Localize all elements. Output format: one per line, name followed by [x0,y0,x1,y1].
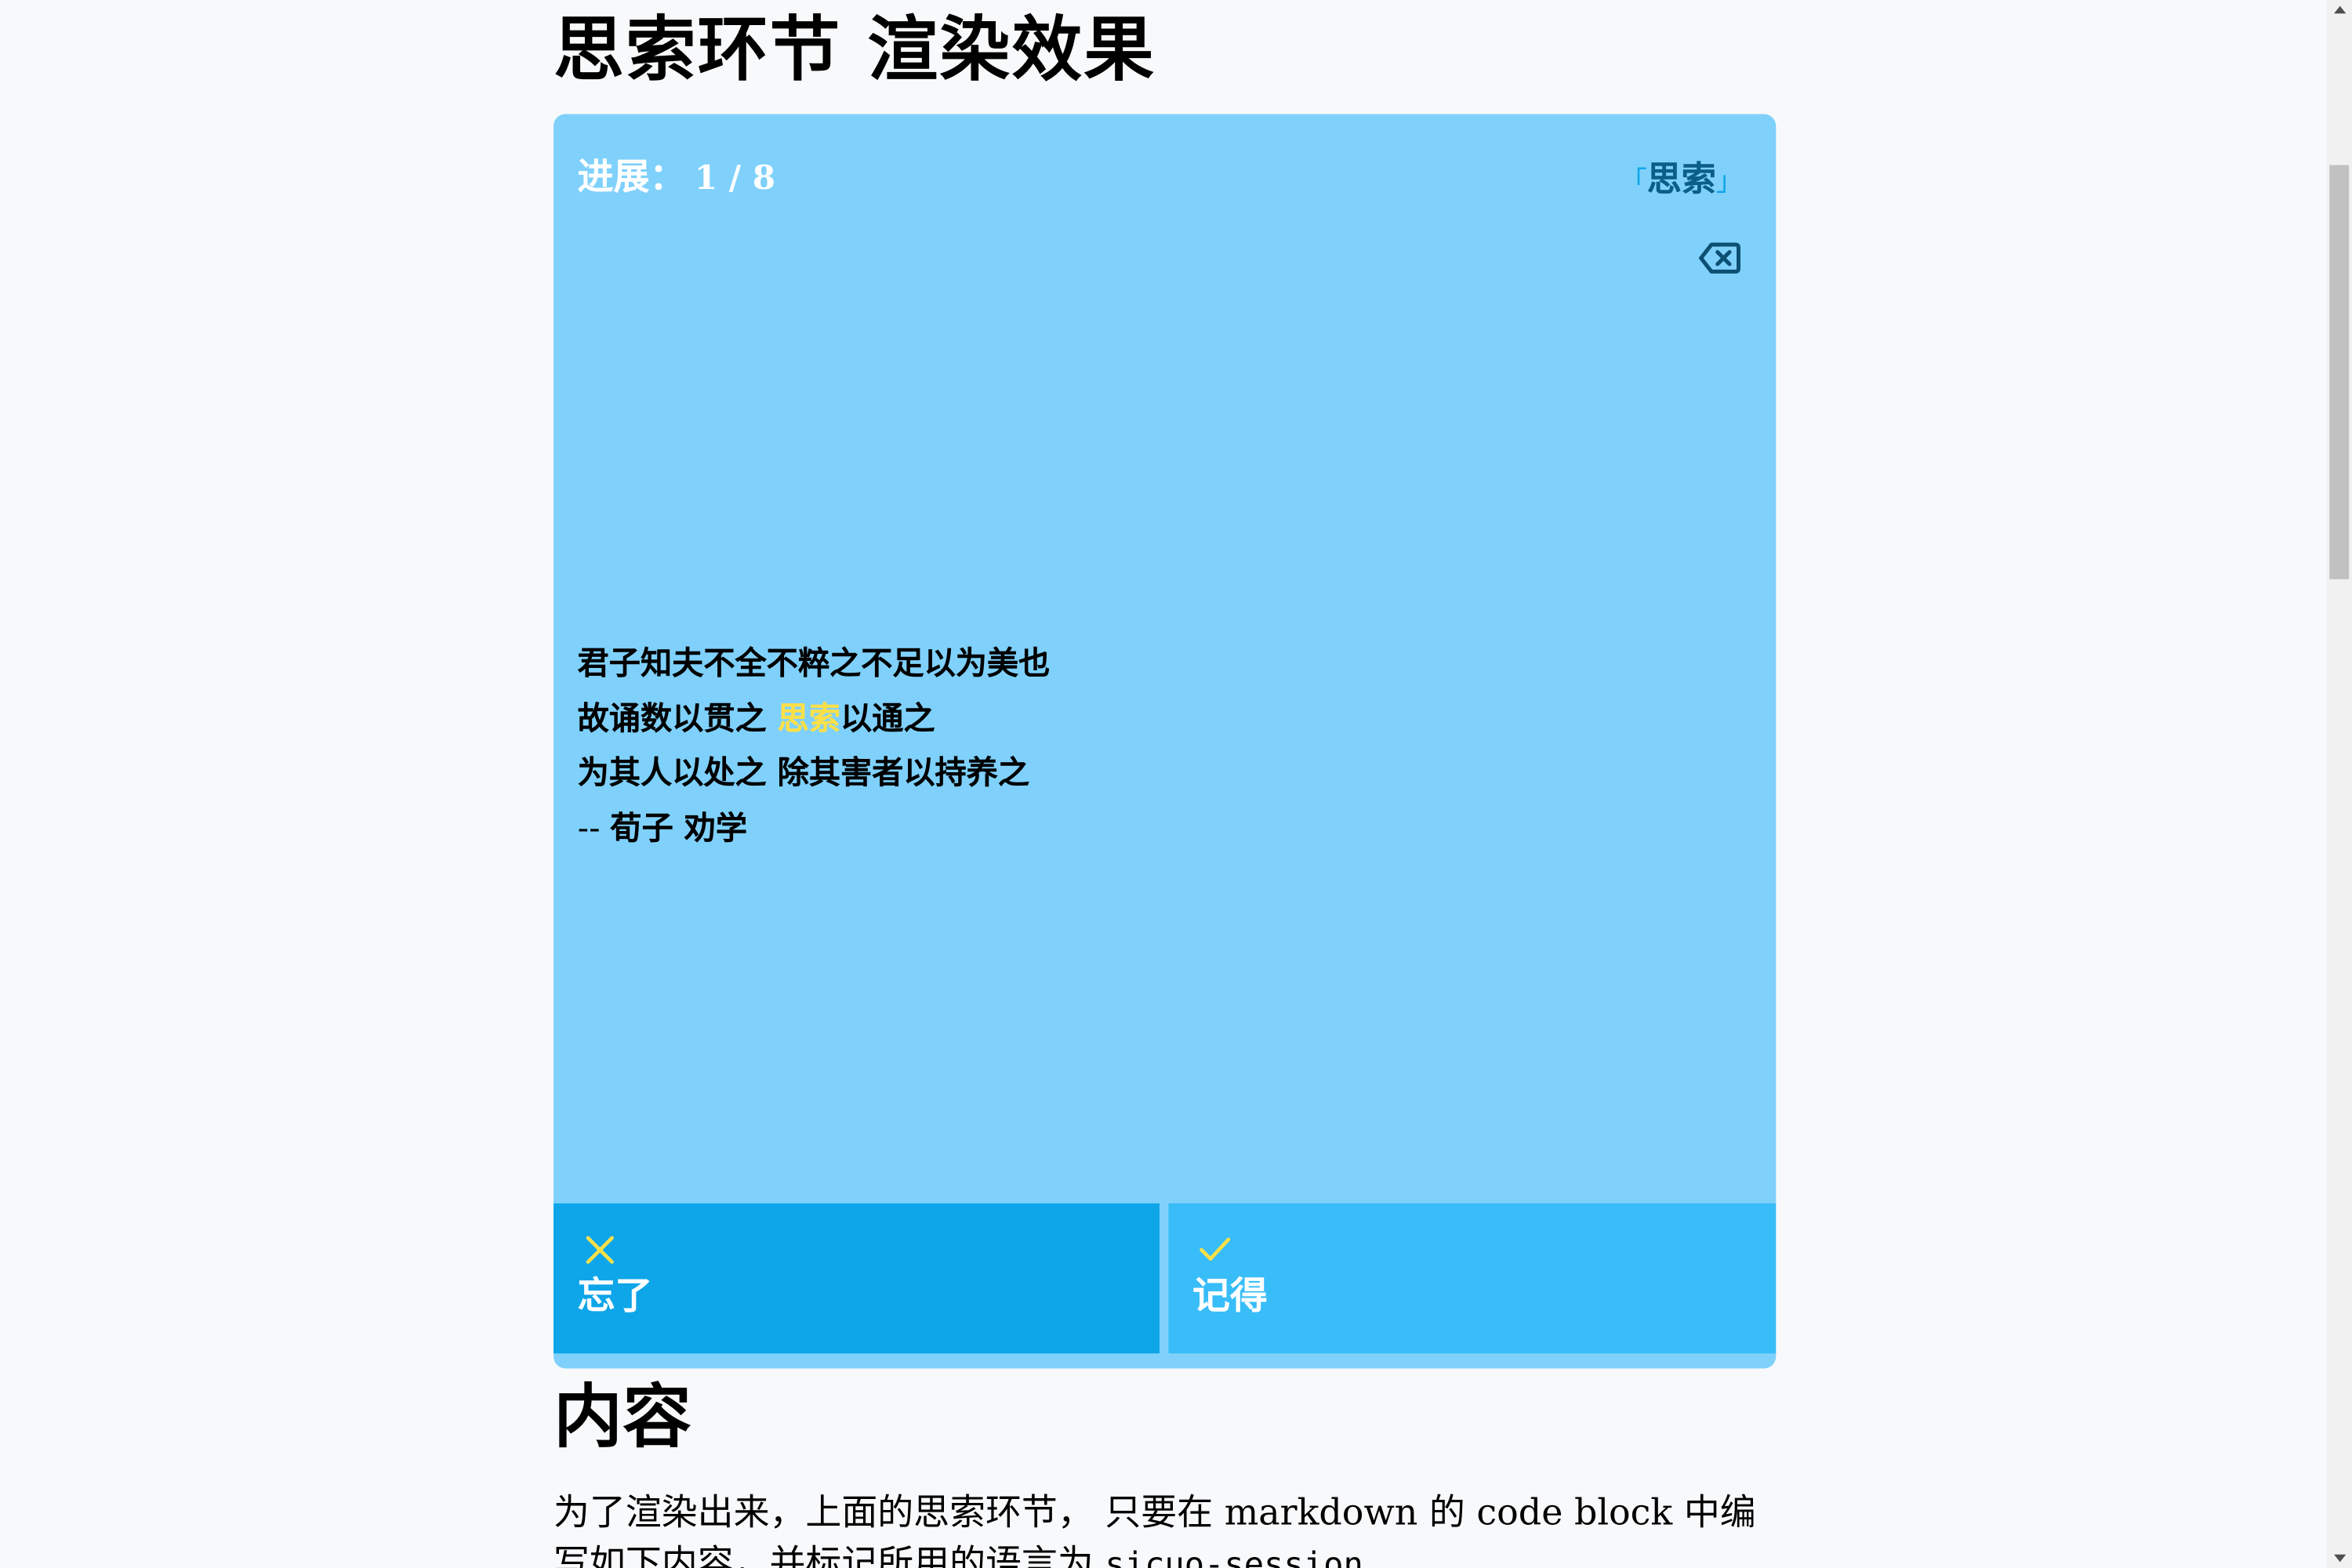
scroll-up-arrow-icon[interactable] [2334,5,2347,14]
scrollbar-thumb[interactable] [2329,165,2350,579]
check-icon [1200,1237,1231,1261]
progress-value: 1 / 8 [694,158,776,198]
attribution-dash: -- [577,809,611,846]
tag-open-bracket: 「 [1620,166,1647,198]
attribution-source: 荀子 劝学 [610,809,748,846]
progress-label: 进展： [577,156,686,198]
paragraph-line: 写如下内容，并标记所用的语言为 sicuo-session [554,1538,1776,1568]
backspace-x-icon[interactable] [1698,238,1743,278]
review-card: 进展： 1 / 8 「思索」 君子知夫不全不粹之不足以为美也 故诵数以贯之 思索以… [553,114,1777,1369]
content-line: -- 荀子 劝学 [578,800,1051,855]
section-paragraph: 为了渲染出来，上面的思索环节， 只要在 markdown 的 code bloc… [554,1487,1776,1568]
page: 思索环节 渲染效果 进展： 1 / 8 「思索」 君子知夫不全不粹之不足以为美也 … [0,0,2352,1568]
x-icon [586,1236,614,1264]
content-text: 以通之 [840,699,935,736]
page-title: 思索环节 渲染效果 [553,9,1156,92]
content-line: 为其人以处之 除其害者以持养之 [577,754,1030,791]
section-heading: 内容 [553,1376,692,1457]
scroll-down-arrow-icon[interactable] [2334,1554,2347,1563]
content-line: 故诵数以贯之 思索以通之 [578,691,1051,746]
inline-code: sicuo-session [1105,1547,1363,1568]
paragraph-line: 为了渲染出来，上面的思索环节， 只要在 markdown 的 code bloc… [553,1491,1756,1534]
tag-close-bracket: 」 [1715,166,1744,198]
content-text: 故诵数以贯之 [577,699,778,736]
remember-label: 记得 [1192,1273,1268,1318]
vertical-scrollbar[interactable] [2326,0,2352,1568]
tag-label: 思索 [1646,160,1716,200]
remember-button[interactable]: 记得 [1168,1203,1777,1354]
highlighted-keyword: 思索 [777,699,841,736]
paragraph-text: 写如下内容，并标记所用的语言为 [553,1542,1105,1568]
progress-indicator: 进展： 1 / 8 [578,147,775,209]
content-line: 君子知夫不全不粹之不足以为美也 [577,644,1051,681]
forgot-label: 忘了 [577,1273,653,1318]
session-tag: 「思索」 [1620,150,1743,212]
forgot-button[interactable]: 忘了 [553,1203,1160,1354]
card-content: 君子知夫不全不粹之不足以为美也 故诵数以贯之 思索以通之 为其人以处之 除其害者… [578,636,1051,855]
